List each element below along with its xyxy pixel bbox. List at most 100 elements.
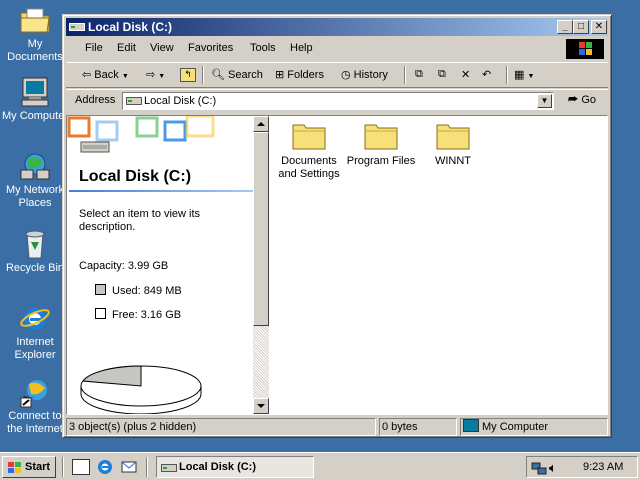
scroll-up-button[interactable] <box>253 116 269 132</box>
volume-icon[interactable]: 🔈︎ <box>549 460 557 476</box>
show-desktop-icon[interactable] <box>72 459 90 475</box>
folder-icon <box>292 124 326 150</box>
undo-icon: ↶ <box>482 69 492 81</box>
go-label: Go <box>581 94 596 106</box>
menu-view[interactable]: View <box>150 42 174 54</box>
window-title: Local Disk (C:) <box>88 20 173 34</box>
folder-item-documents-and-settings[interactable]: Documents and Settings <box>269 120 349 181</box>
desktop-icon-recycle-bin[interactable]: Recycle Bin <box>0 228 70 275</box>
desktop-icon-network-places[interactable]: My Network Places <box>0 150 70 210</box>
go-button[interactable]: ⮫ Go <box>568 94 596 107</box>
dropdown-arrow-icon: ▼ <box>158 73 166 80</box>
history-label: History <box>353 69 388 81</box>
capacity-text: Capacity: 3.99 GB <box>79 260 169 272</box>
toolbar-separator <box>202 66 204 84</box>
address-dropdown-button[interactable]: ▼ <box>537 94 552 108</box>
search-icon: 🔍︎ <box>211 69 225 81</box>
my-documents-folder-icon <box>19 4 51 36</box>
desktop: My Documents My Computer My Network Plac… <box>0 0 640 480</box>
free-legend: Free: 3.16 GB <box>95 308 181 321</box>
delete-x-icon: ✕ <box>461 69 471 81</box>
desktop-icon-internet-explorer[interactable]: Internet Explorer <box>0 302 70 362</box>
history-button[interactable]: ◷ History <box>341 68 388 81</box>
delete-button[interactable]: ✕ <box>461 68 470 81</box>
taskbar-task-local-disk[interactable]: Local Disk (C:) <box>156 456 314 478</box>
free-swatch <box>95 308 106 319</box>
status-bar: 3 object(s) (plus 2 hidden) 0 bytes My C… <box>66 418 608 436</box>
folder-label: WINNT <box>434 155 472 167</box>
status-objects: 3 object(s) (plus 2 hidden) <box>66 418 376 436</box>
info-pane-description: Select an item to view its description. <box>79 208 201 233</box>
toolbar-separator <box>404 66 406 84</box>
title-bar[interactable]: Local Disk (C:) _ □ ✕ <box>66 18 608 36</box>
history-icon: ◷ <box>341 69 351 81</box>
folder-icon <box>364 124 398 150</box>
drive-icon <box>161 463 177 476</box>
info-pane-divider <box>69 190 253 192</box>
folders-icon: ⊞ <box>275 69 285 81</box>
desktop-icon-my-computer[interactable]: My Computer <box>0 76 70 123</box>
forward-arrow-icon: ⇨ <box>146 69 156 81</box>
clock[interactable]: 9:23 AM <box>583 461 623 473</box>
forward-button[interactable]: ⇨ ▼ <box>146 68 165 81</box>
copy-to-icon: ⧉ <box>438 68 446 80</box>
desktop-icon-label: My Documents <box>7 38 63 63</box>
desktop-icon-my-documents[interactable]: My Documents <box>0 4 70 64</box>
windows-logo-icon <box>566 39 604 59</box>
folder-label: Documents and Settings <box>278 155 340 180</box>
desktop-icon-label: My Network Places <box>5 184 65 209</box>
back-label: Back <box>94 69 119 81</box>
minimize-button[interactable]: _ <box>557 20 573 34</box>
up-folder-button[interactable]: ↰ <box>180 68 196 82</box>
copy-to-button[interactable]: ⧉ <box>438 68 446 81</box>
status-zone-label: My Computer <box>482 421 549 433</box>
scroll-down-button[interactable] <box>253 398 269 414</box>
close-button[interactable]: ✕ <box>591 20 607 34</box>
my-computer-icon <box>463 419 479 432</box>
content-area: Local Disk (C:) Select an item to view i… <box>66 115 608 415</box>
move-to-button[interactable]: ⧉ <box>415 68 423 81</box>
desktop-icon-label: Recycle Bin <box>5 262 65 274</box>
dropdown-arrow-icon: ▼ <box>121 73 129 80</box>
file-list: Documents and Settings Program Files WIN… <box>269 116 607 414</box>
internet-explorer-icon[interactable] <box>96 458 114 479</box>
outlook-express-icon[interactable] <box>120 458 138 479</box>
address-value: Local Disk (C:) <box>144 95 217 107</box>
explorer-window: Local Disk (C:) _ □ ✕ File Edit View Fav… <box>62 14 612 438</box>
scrollbar-thumb[interactable] <box>253 132 269 326</box>
desktop-icon-connect-internet[interactable]: Connect to the Internet <box>0 376 70 436</box>
address-input[interactable]: Local Disk (C:) ▼ <box>122 92 554 110</box>
menu-file[interactable]: File <box>85 42 103 54</box>
address-bar: Address Local Disk (C:) ▼ ⮫ Go <box>66 89 608 113</box>
folder-item-winnt[interactable]: WINNT <box>413 120 493 168</box>
vertical-scrollbar[interactable] <box>253 116 269 414</box>
taskbar: Start Local Disk (C:) 🔈︎ 9:23 AM <box>0 452 640 480</box>
start-label: Start <box>25 461 51 473</box>
start-button[interactable]: Start <box>2 456 56 478</box>
folders-label: Folders <box>287 69 324 81</box>
menu-help[interactable]: Help <box>290 42 313 54</box>
maximize-button[interactable]: □ <box>573 20 589 34</box>
menu-favorites[interactable]: Favorites <box>188 42 233 54</box>
up-folder-icon: ↰ <box>180 68 196 82</box>
back-button[interactable]: ⇦ Back ▼ <box>82 68 129 81</box>
info-pane-banner <box>67 116 253 164</box>
folders-button[interactable]: ⊞ Folders <box>275 68 324 81</box>
menu-edit[interactable]: Edit <box>117 42 136 54</box>
folder-item-program-files[interactable]: Program Files <box>341 120 421 168</box>
network-tray-icon[interactable] <box>531 460 547 479</box>
address-label: Address <box>75 94 116 106</box>
used-legend: Used: 849 MB <box>95 284 182 297</box>
free-text: Free: 3.16 GB <box>112 309 182 321</box>
undo-button[interactable]: ↶ <box>482 68 491 81</box>
search-button[interactable]: 🔍︎ Search <box>211 68 263 81</box>
views-button[interactable]: ▦ ▼ <box>514 68 534 81</box>
status-zone: My Computer <box>460 418 608 436</box>
menu-tools[interactable]: Tools <box>250 42 276 54</box>
desktop-icon-label: My Computer <box>1 110 69 122</box>
search-label: Search <box>228 69 263 81</box>
back-arrow-icon: ⇦ <box>82 69 92 81</box>
network-places-icon <box>19 150 51 182</box>
system-tray: 🔈︎ 9:23 AM <box>526 456 638 478</box>
recycle-bin-icon <box>19 228 51 260</box>
